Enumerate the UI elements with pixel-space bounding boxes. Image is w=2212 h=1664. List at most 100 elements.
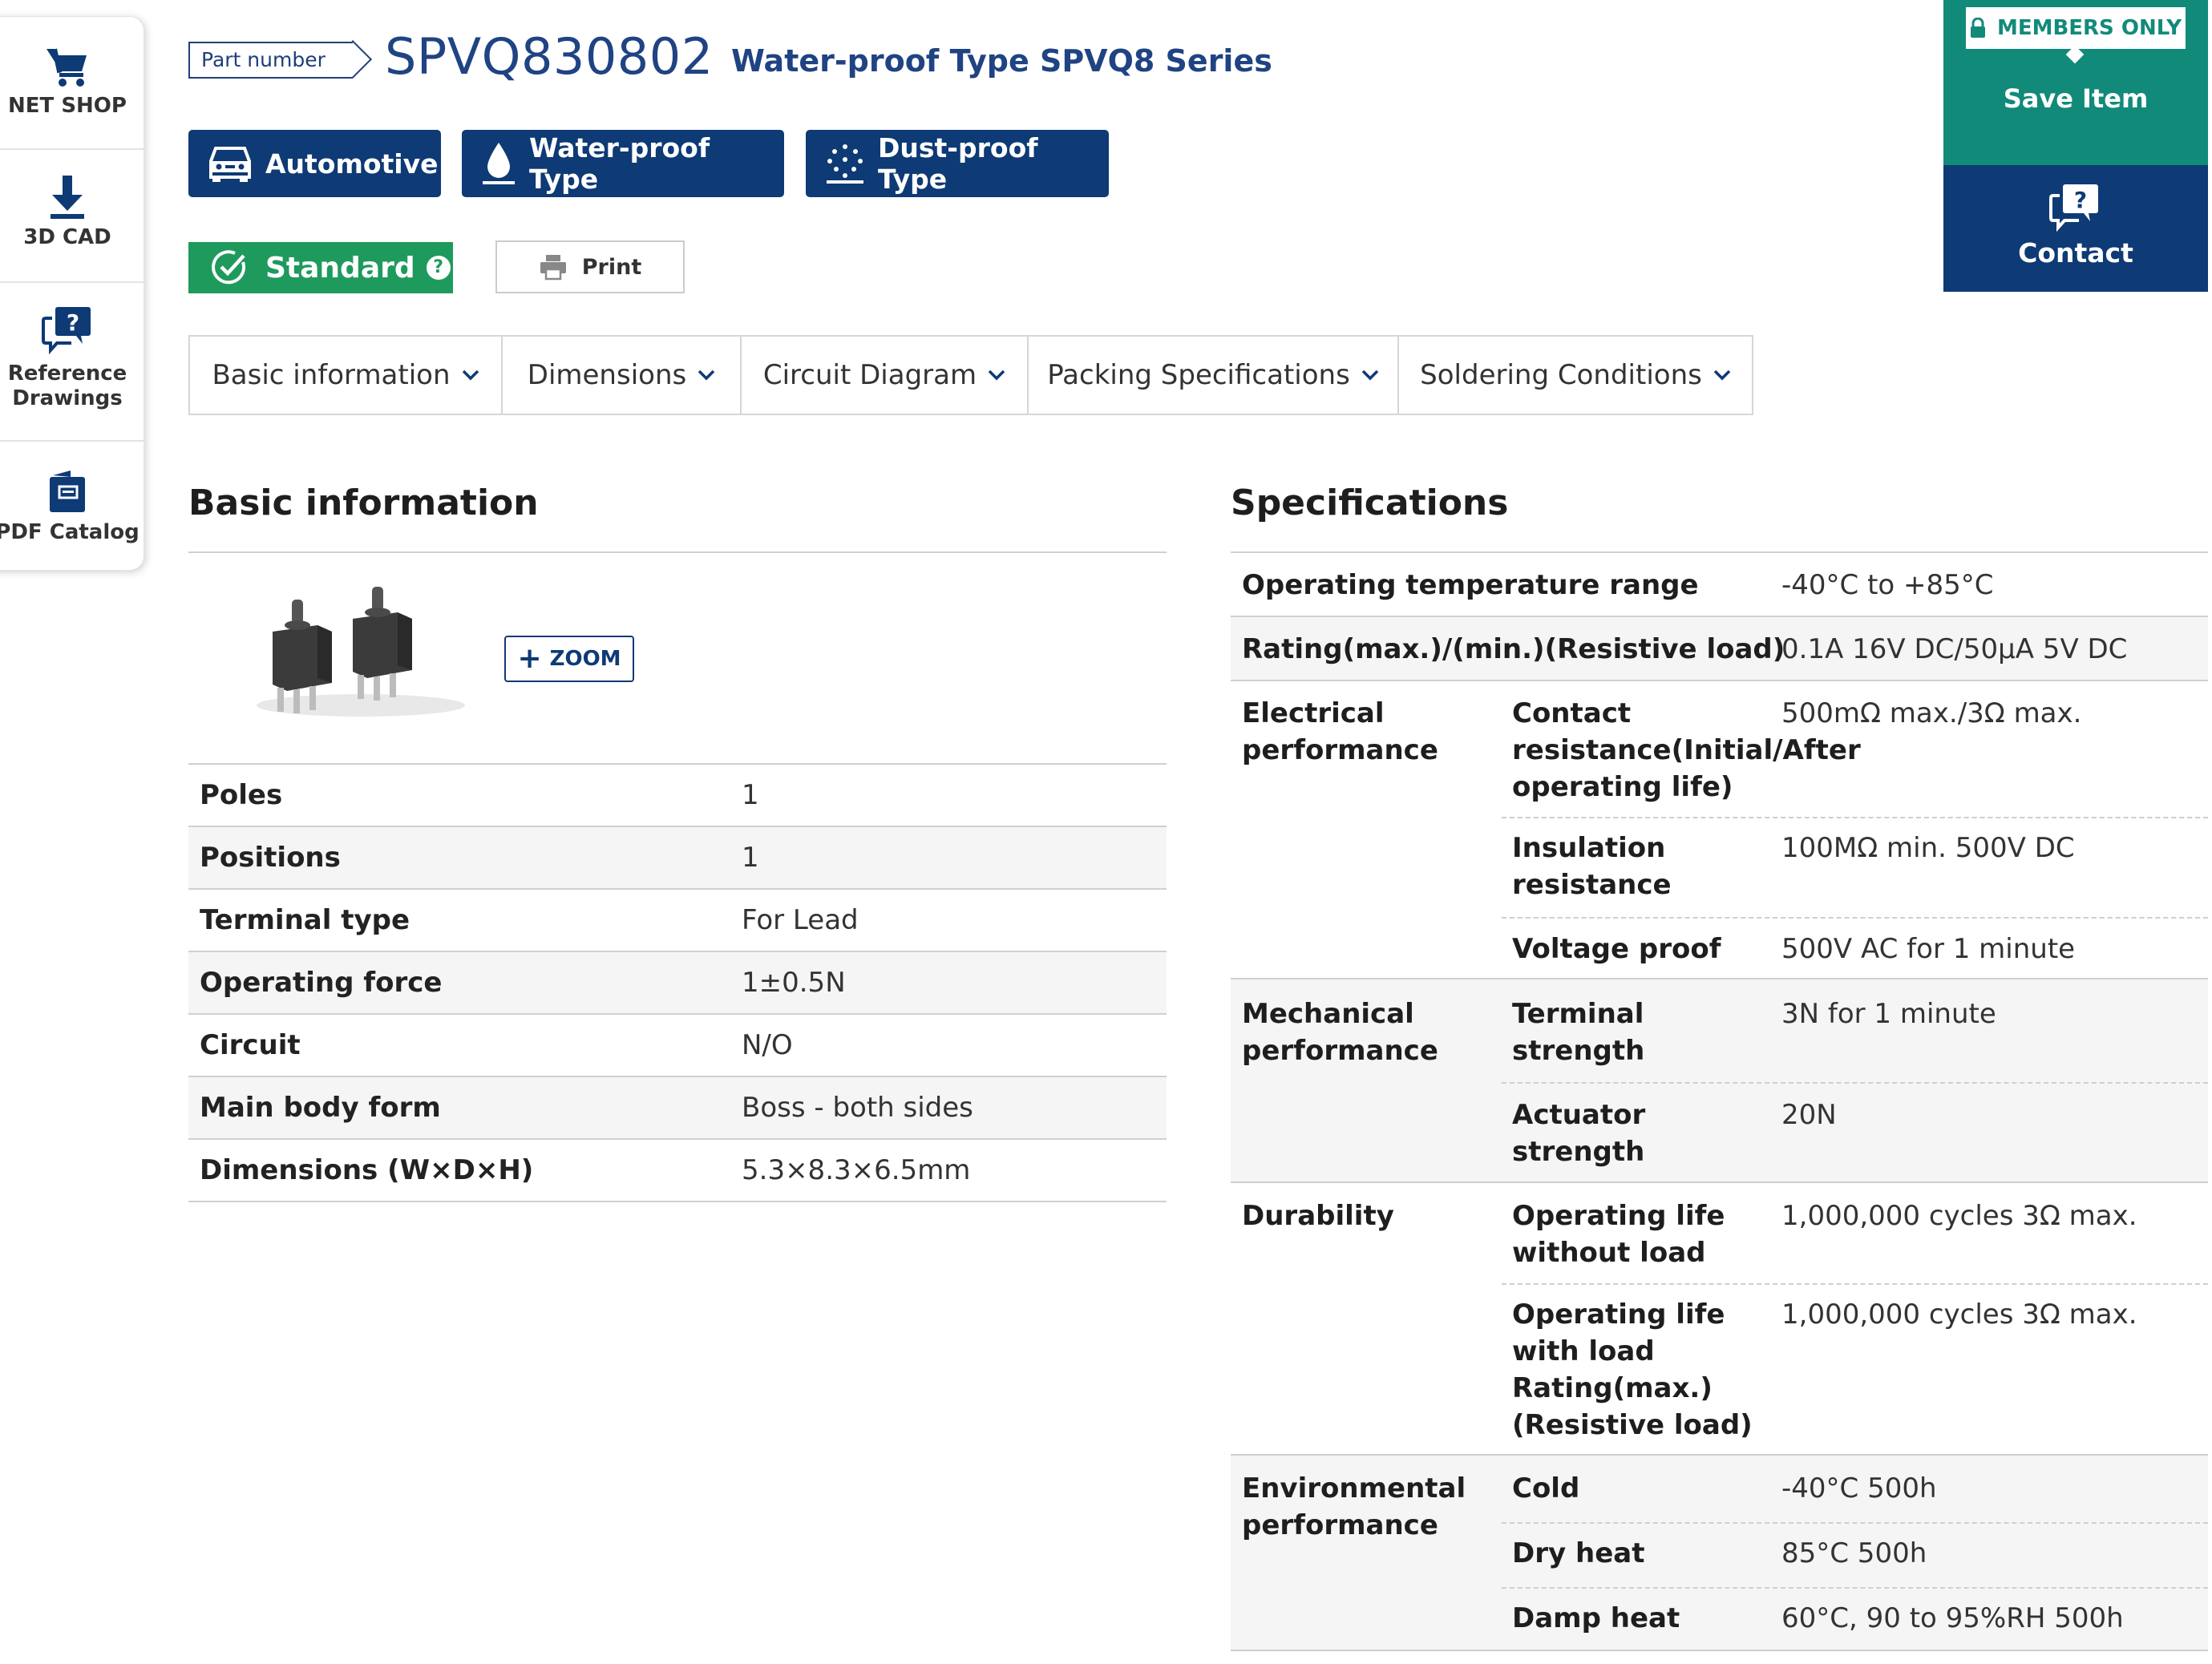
side-nav-label: NET SHOP xyxy=(8,94,127,118)
row-key: Terminal type xyxy=(188,889,730,952)
basic-information-table: Poles 1 Positions 1 Terminal type For Lead … xyxy=(188,763,1167,1202)
row-key: Poles xyxy=(188,763,730,827)
tab-label: Dimensions xyxy=(527,359,687,391)
table-row: Terminal type For Lead xyxy=(188,889,1167,952)
feature-label: Water-proof Type xyxy=(529,132,710,195)
plus-icon: + xyxy=(517,642,542,675)
tab-label: Packing Specifications xyxy=(1047,359,1350,391)
zoom-button[interactable]: + ZOOM xyxy=(504,636,634,682)
row-key: Positions xyxy=(188,826,730,890)
feature-automotive[interactable]: Automotive xyxy=(188,130,441,197)
help-icon[interactable]: ? xyxy=(426,256,451,280)
printer-icon xyxy=(540,255,566,281)
feature-dust-proof[interactable]: Dust-proof Type xyxy=(806,130,1109,197)
section-tabs: Basic information Dimensions Circuit Dia… xyxy=(188,335,1753,415)
contact-label: Contact xyxy=(2018,237,2133,269)
feature-water-proof[interactable]: Water-proof Type xyxy=(462,130,784,197)
tab-soldering-conditions[interactable]: Soldering Conditions xyxy=(1399,337,1752,414)
row-value: Boss - both sides xyxy=(730,1076,1167,1140)
row-value: 1 xyxy=(730,763,1167,827)
zoom-label: ZOOM xyxy=(549,647,621,671)
row-key: Circuit xyxy=(188,1014,730,1077)
spec-key: Insulation resistance xyxy=(1512,832,1672,901)
spec-key: Cold xyxy=(1512,1472,1580,1504)
spec-key: Operating temperature range xyxy=(1242,569,1699,601)
side-nav-3d-cad[interactable]: 3D CAD xyxy=(0,150,144,283)
basic-information-title: Basic information xyxy=(188,483,539,523)
spec-value: 1,000,000 cycles 3Ω max. xyxy=(1781,1298,2137,1331)
side-nav-label: 3D CAD xyxy=(23,225,111,249)
spec-key: Operating life with load Rating(max.)(Re… xyxy=(1512,1298,1753,1441)
side-nav-pdf-catalog[interactable]: PDF Catalog xyxy=(0,442,144,570)
tab-circuit-diagram[interactable]: Circuit Diagram xyxy=(742,337,1029,414)
table-row: Operating force 1±0.5N xyxy=(188,951,1167,1015)
chevron-down-icon xyxy=(462,370,479,381)
chevron-down-icon xyxy=(1713,370,1731,381)
standard-badge[interactable]: Standard ? xyxy=(188,242,453,293)
chevron-down-icon xyxy=(988,370,1005,381)
feature-label: Dust-proof Type xyxy=(878,132,1038,195)
table-row: Dimensions (W×D×H) 5.3×8.3×6.5mm xyxy=(188,1139,1167,1202)
spec-value: -40°C to +85°C xyxy=(1781,569,1994,601)
dashed-divider xyxy=(1502,1587,2208,1589)
row-key: Operating force xyxy=(188,951,730,1015)
print-button[interactable]: Print xyxy=(495,240,685,293)
side-nav-net-shop[interactable]: NET SHOP xyxy=(0,17,144,150)
spec-value: 100MΩ min. 500V DC xyxy=(1781,832,2075,864)
svg-text:?: ? xyxy=(2074,187,2087,213)
water-drop-icon xyxy=(483,143,515,184)
car-icon xyxy=(209,147,251,182)
dashed-divider xyxy=(1502,817,2208,818)
save-item-label: Save Item xyxy=(2003,83,2149,114)
part-number: SPVQ830802 xyxy=(385,27,714,86)
spec-key: Damp heat xyxy=(1512,1602,1680,1634)
part-number-tag: Part number xyxy=(188,42,353,79)
side-nav-label: PDF Catalog xyxy=(0,520,140,544)
members-only-label: MEMBERS ONLY xyxy=(1996,16,2182,40)
spec-key: Terminal strength xyxy=(1512,998,1645,1067)
row-value: For Lead xyxy=(730,889,1167,952)
table-row: Circuit N/O xyxy=(188,1014,1167,1077)
spec-value: 60°C, 90 to 95%RH 500h xyxy=(1781,1602,2124,1634)
question-chat-icon: ? xyxy=(42,307,91,355)
spec-value: -40°C 500h xyxy=(1781,1472,1937,1504)
series-link[interactable]: Water-proof Type SPVQ8 Series xyxy=(731,43,1272,79)
spec-group-label: Electrical performance xyxy=(1242,697,1438,766)
row-key: Dimensions (W×D×H) xyxy=(188,1139,730,1202)
table-row: Main body form Boss - both sides xyxy=(188,1076,1167,1140)
row-value: 1±0.5N xyxy=(730,951,1167,1015)
download-icon xyxy=(51,176,84,219)
spec-key: Rating(max.)/(min.)(Resistive load) xyxy=(1242,633,1785,665)
spec-key: Dry heat xyxy=(1512,1537,1645,1569)
row-value: 1 xyxy=(730,826,1167,890)
row-value: 5.3×8.3×6.5mm xyxy=(730,1139,1167,1202)
chevron-down-icon xyxy=(698,370,715,381)
spec-group-label: Durability xyxy=(1242,1200,1394,1232)
product-image[interactable] xyxy=(241,585,481,729)
dashed-divider xyxy=(1502,1283,2208,1285)
question-chat-icon: ? xyxy=(2049,184,2098,232)
spec-group-label: Environmental performance xyxy=(1242,1472,1466,1541)
tab-label: Circuit Diagram xyxy=(762,359,977,391)
spec-key: Operating life without load xyxy=(1512,1200,1725,1269)
print-label: Print xyxy=(581,254,642,280)
dust-icon xyxy=(827,144,863,184)
dashed-divider xyxy=(1502,917,2208,919)
table-row: Positions 1 xyxy=(188,826,1167,890)
spec-group-label: Mechanical performance xyxy=(1242,998,1438,1067)
spec-value: 85°C 500h xyxy=(1781,1537,1927,1569)
spec-value: 500mΩ max./3Ω max. xyxy=(1781,697,2082,729)
catalog-icon xyxy=(50,471,85,512)
chevron-down-icon xyxy=(1361,370,1379,381)
spec-value: 3N for 1 minute xyxy=(1781,998,1996,1030)
standard-label: Standard xyxy=(265,251,415,285)
dashed-divider xyxy=(1502,1082,2208,1084)
side-nav-reference-drawings[interactable]: ? Reference Drawings xyxy=(0,283,144,442)
dashed-divider xyxy=(1502,1522,2208,1524)
feature-label: Automotive xyxy=(265,147,439,180)
spec-value: 500V AC for 1 minute xyxy=(1781,933,2076,965)
tab-packing-specifications[interactable]: Packing Specifications xyxy=(1029,337,1399,414)
tab-dimensions[interactable]: Dimensions xyxy=(503,337,742,414)
row-value: N/O xyxy=(730,1014,1167,1077)
tab-basic-information[interactable]: Basic information xyxy=(190,337,503,414)
